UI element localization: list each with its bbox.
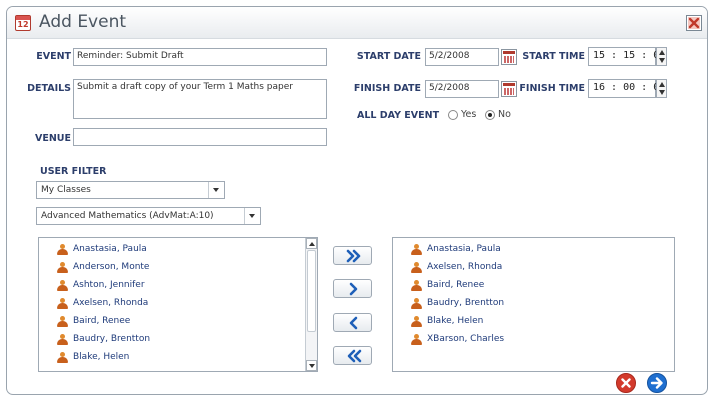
dialog-title: Add Event	[39, 12, 127, 32]
user-icon	[411, 334, 422, 345]
scroll-up-icon[interactable]	[306, 238, 317, 249]
move-right-button[interactable]	[333, 279, 372, 298]
scroll-thumb[interactable]	[307, 250, 316, 332]
chevron-down-icon[interactable]	[244, 208, 260, 224]
user-icon	[57, 334, 68, 345]
all-day-yes-radio[interactable]	[448, 110, 458, 120]
start-time-spinner[interactable]	[656, 47, 667, 66]
user-filter-select[interactable]: My Classes	[36, 181, 225, 199]
calendar-icon: 12	[15, 15, 31, 31]
user-icon	[411, 298, 422, 309]
user-icon	[411, 262, 422, 273]
finish-time-spinner[interactable]	[656, 79, 667, 98]
user-icon	[57, 244, 68, 255]
spinner-down-icon[interactable]	[659, 90, 665, 95]
start-date-input[interactable]: 5/2/2008	[425, 48, 499, 66]
user-name: Baudry, Brentton	[427, 298, 505, 308]
finish-date-input[interactable]: 5/2/2008	[425, 80, 499, 98]
user-name: Blake, Helen	[73, 352, 130, 362]
submit-button[interactable]	[647, 373, 667, 393]
double-arrow-left-icon	[347, 349, 362, 363]
finish-time-label: FINISH TIME	[519, 83, 585, 94]
user-name: Baird, Renee	[427, 280, 485, 290]
event-input[interactable]: Reminder: Submit Draft	[73, 48, 327, 66]
selected-users-list[interactable]: Anastasia, Paula Axelsen, Rhonda Baird, Re…	[392, 237, 675, 372]
user-icon	[57, 262, 68, 273]
event-label: EVENT	[36, 51, 71, 62]
details-textarea[interactable]: Submit a draft copy of your Term 1 Maths…	[73, 79, 327, 119]
user-name: XBarson, Charles	[427, 334, 505, 344]
double-arrow-right-icon	[346, 249, 361, 263]
class-selected: Advanced Mathematics (AdvMat:A:10)	[41, 211, 214, 221]
cancel-icon	[616, 373, 636, 393]
chevron-down-icon[interactable]	[208, 182, 224, 198]
user-icon	[57, 316, 68, 327]
start-date-label: START DATE	[356, 51, 421, 62]
add-event-dialog: 12 Add Event EVENT Reminder: Submit Draf…	[6, 6, 708, 395]
user-name: Anastasia, Paula	[427, 244, 501, 254]
user-name: Anderson, Monte	[73, 262, 150, 272]
finish-date-calendar-icon[interactable]	[501, 81, 517, 97]
user-icon	[411, 316, 422, 327]
scrollbar[interactable]	[305, 238, 317, 371]
arrow-right-circle-icon	[647, 373, 667, 393]
details-label: DETAILS	[27, 83, 71, 94]
class-select[interactable]: Advanced Mathematics (AdvMat:A:10)	[36, 207, 261, 225]
all-day-no-radio[interactable]	[485, 110, 495, 120]
user-name: Axelsen, Rhonda	[427, 262, 503, 272]
move-left-button[interactable]	[333, 313, 372, 332]
finish-date-label: FINISH DATE	[353, 83, 421, 94]
spinner-up-icon[interactable]	[659, 50, 665, 55]
start-time-input[interactable]: 15 : 15 : 00	[588, 47, 665, 66]
all-day-label: ALL DAY EVENT	[357, 110, 440, 121]
user-name: Anastasia, Paula	[73, 244, 147, 254]
user-icon	[57, 280, 68, 291]
arrow-left-icon	[349, 316, 358, 330]
user-icon	[57, 352, 68, 363]
user-name: Baird, Renee	[73, 316, 131, 326]
all-day-yes-label: Yes	[461, 109, 477, 120]
user-name: Ashton, Jennifer	[73, 280, 145, 290]
spinner-up-icon[interactable]	[659, 82, 665, 87]
start-time-label: START TIME	[522, 51, 585, 62]
move-all-left-button[interactable]	[333, 346, 372, 365]
move-all-right-button[interactable]	[333, 246, 372, 265]
scroll-down-icon[interactable]	[306, 360, 317, 371]
all-day-no-label: No	[498, 109, 511, 120]
user-icon	[57, 298, 68, 309]
user-icon	[411, 280, 422, 291]
user-name: Baudry, Brentton	[73, 334, 151, 344]
cancel-button[interactable]	[616, 373, 636, 393]
title-bar: 12 Add Event	[7, 7, 707, 39]
user-name: Axelsen, Rhonda	[73, 298, 149, 308]
user-filter-label: USER FILTER	[40, 166, 107, 177]
user-name: Blake, Helen	[427, 316, 484, 326]
start-date-calendar-icon[interactable]	[501, 49, 517, 65]
venue-input[interactable]	[73, 128, 327, 146]
arrow-right-icon	[349, 282, 358, 296]
spinner-down-icon[interactable]	[659, 58, 665, 63]
available-users-list[interactable]: Anastasia, Paula Anderson, Monte Ashton, J…	[38, 237, 318, 372]
user-filter-selected: My Classes	[41, 185, 91, 195]
finish-time-input[interactable]: 16 : 00 : 00	[588, 79, 665, 98]
close-icon[interactable]	[686, 15, 702, 31]
user-icon	[411, 244, 422, 255]
venue-label: VENUE	[35, 133, 71, 144]
